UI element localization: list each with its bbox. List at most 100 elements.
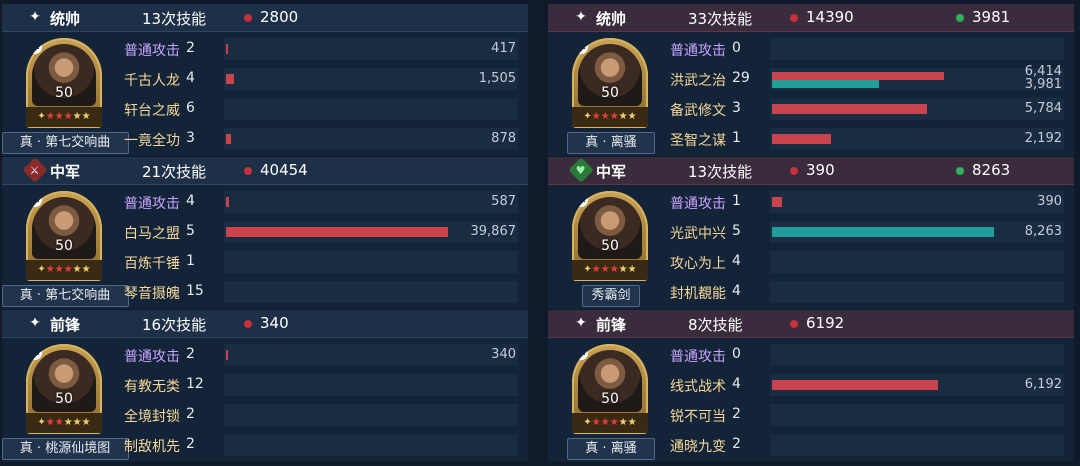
skill-bar-track xyxy=(224,128,518,150)
star-icon: ★ xyxy=(609,417,619,428)
skill-count: 15 xyxy=(186,283,204,299)
skill-row[interactable]: 千古人龙 4 1,505 xyxy=(120,64,520,94)
skill-row[interactable]: 白马之盟 5 39,867 xyxy=(120,217,520,247)
skill-row[interactable]: 圣智之谋 1 2,192 xyxy=(666,124,1066,154)
skill-count: 2 xyxy=(186,436,195,452)
star-icon: ★ xyxy=(45,417,55,428)
total-damage: 6192 xyxy=(806,314,845,332)
damage-dot-icon xyxy=(790,167,798,175)
hero-portrait[interactable]: ☁ 50 ✦★★★★★ xyxy=(572,38,648,128)
skill-row[interactable]: 普通攻击 0 xyxy=(666,340,1066,370)
heal-value: 8,263 xyxy=(1024,224,1062,239)
star-icon: ★ xyxy=(609,111,619,122)
skill-row[interactable]: 普通攻击 2 340 xyxy=(120,340,520,370)
skill-row[interactable]: 琴音摄魄 15 xyxy=(120,277,520,307)
skill-count: 4 xyxy=(732,283,741,299)
skill-name: 有教无类 xyxy=(124,379,180,395)
position-label: 前锋 xyxy=(50,316,81,334)
total-damage: 2800 xyxy=(260,8,299,26)
damage-value: 390 xyxy=(1037,194,1062,209)
hero-title-badge: 真 · 桃源仙境图 xyxy=(1,438,129,460)
skill-count: 21次技能 xyxy=(142,163,207,181)
skill-row[interactable]: 普通攻击 0 xyxy=(666,34,1066,64)
skill-bar-track xyxy=(224,281,518,303)
damage-value: 417 xyxy=(491,41,516,56)
star-icon: ★ xyxy=(63,264,73,275)
skill-name: 圣智之谋 xyxy=(670,133,726,149)
skill-row[interactable]: 普通攻击 2 417 xyxy=(120,34,520,64)
skill-name: 百炼千锤 xyxy=(124,256,180,272)
skill-row[interactable]: 一竟全功 3 878 xyxy=(120,124,520,154)
skill-row[interactable]: 制敌机先 2 xyxy=(120,430,520,460)
star-icon: ★ xyxy=(591,264,601,275)
hero-portrait[interactable]: ☁ 50 ✦★★★★★ xyxy=(26,344,102,434)
skill-count: 2 xyxy=(186,406,195,422)
skill-bar-track xyxy=(224,434,518,456)
skill-bar-track xyxy=(224,404,518,426)
skill-bar-track xyxy=(770,434,1064,456)
skill-count: 0 xyxy=(732,346,741,362)
skill-row[interactable]: 有教无类 12 xyxy=(120,370,520,400)
skill-name: 锐不可当 xyxy=(670,409,726,425)
hero-level: 50 xyxy=(55,391,73,407)
hero-portrait[interactable]: ☁ 50 ✦★★★★★ xyxy=(572,344,648,434)
skill-row[interactable]: 普通攻击 1 390 xyxy=(666,187,1066,217)
star-icon: ★ xyxy=(54,417,64,428)
hero-portrait[interactable]: ☁ 50 ✦★★★★★ xyxy=(26,38,102,128)
skill-bar-track xyxy=(224,98,518,120)
skill-name: 普通攻击 xyxy=(670,349,726,365)
damage-dot-icon xyxy=(244,167,252,175)
skill-row[interactable]: 光武中兴 5 8,263 xyxy=(666,217,1066,247)
damage-bar xyxy=(226,227,448,237)
hero-portrait[interactable]: ☁ 50 ✦★★★★★ xyxy=(26,191,102,281)
skill-row[interactable]: 锐不可当 2 xyxy=(666,400,1066,430)
skill-row[interactable]: 全境封锁 2 xyxy=(120,400,520,430)
total-damage: 390 xyxy=(806,161,835,179)
skill-count: 5 xyxy=(186,223,195,239)
star-icon: ★ xyxy=(72,111,82,122)
hero-title-badge: 真 · 离骚 xyxy=(567,132,655,154)
skill-name: 光武中兴 xyxy=(670,226,726,242)
star-icon: ★ xyxy=(618,111,628,122)
hero-level: 50 xyxy=(55,85,73,101)
hero-stars: ✦★★★★★ xyxy=(26,260,102,280)
star-icon: ★ xyxy=(81,111,91,122)
skill-row[interactable]: 备武修文 3 5,784 xyxy=(666,94,1066,124)
heal-dot-icon xyxy=(956,167,964,175)
skill-row[interactable]: 线式战术 4 6,192 xyxy=(666,370,1066,400)
skill-name: 制敌机先 xyxy=(124,439,180,455)
panel-header: ♥ 中军 13次技能 390 8263 xyxy=(548,157,1074,185)
damage-dot-icon xyxy=(790,14,798,22)
hero-level: 50 xyxy=(601,238,619,254)
skill-row[interactable]: 洪武之治 29 6,414 3,981 xyxy=(666,64,1066,94)
star-icon: ★ xyxy=(600,417,610,428)
skill-row[interactable]: 通晓九变 2 xyxy=(666,430,1066,460)
damage-value: 587 xyxy=(491,194,516,209)
skill-bar-track xyxy=(770,344,1064,366)
skill-count: 1 xyxy=(186,253,195,269)
skill-row[interactable]: 普通攻击 4 587 xyxy=(120,187,520,217)
panel-header: ✦ 统帅 13次技能 2800 xyxy=(2,4,528,32)
skill-row[interactable]: 封机覩能 4 xyxy=(666,277,1066,307)
sparkle-icon: ✦ xyxy=(29,315,41,331)
skill-bar-track xyxy=(770,191,1064,213)
skill-row[interactable]: 攻心为上 4 xyxy=(666,247,1066,277)
hero-portrait[interactable]: ☁ 50 ✦★★★★★ xyxy=(572,191,648,281)
heart-icon: ♥ xyxy=(568,157,594,183)
skill-bar-track xyxy=(770,281,1064,303)
position-label: 中军 xyxy=(50,163,81,181)
panel-header: ✦ 前锋 16次技能 340 xyxy=(2,310,528,338)
skill-count: 2 xyxy=(732,436,741,452)
hero-stars: ✦★★★★★ xyxy=(26,413,102,433)
star-icon: ★ xyxy=(600,264,610,275)
total-damage: 14390 xyxy=(806,8,854,26)
hero-title-badge: 真 · 离骚 xyxy=(567,438,655,460)
skill-row[interactable]: 轩台之威 6 xyxy=(120,94,520,124)
skill-count: 4 xyxy=(732,253,741,269)
damage-value: 39,867 xyxy=(470,224,517,239)
skill-name: 封机覩能 xyxy=(670,286,726,302)
skill-bar-track xyxy=(224,68,518,90)
skill-row[interactable]: 百炼千锤 1 xyxy=(120,247,520,277)
skill-count: 29 xyxy=(732,70,750,86)
panel-body: ☁ 50 ✦★★★★★ 真 · 第七交响曲 普通攻击 4 587 白马之盟 5 39,867 百炼千… xyxy=(1,185,528,309)
